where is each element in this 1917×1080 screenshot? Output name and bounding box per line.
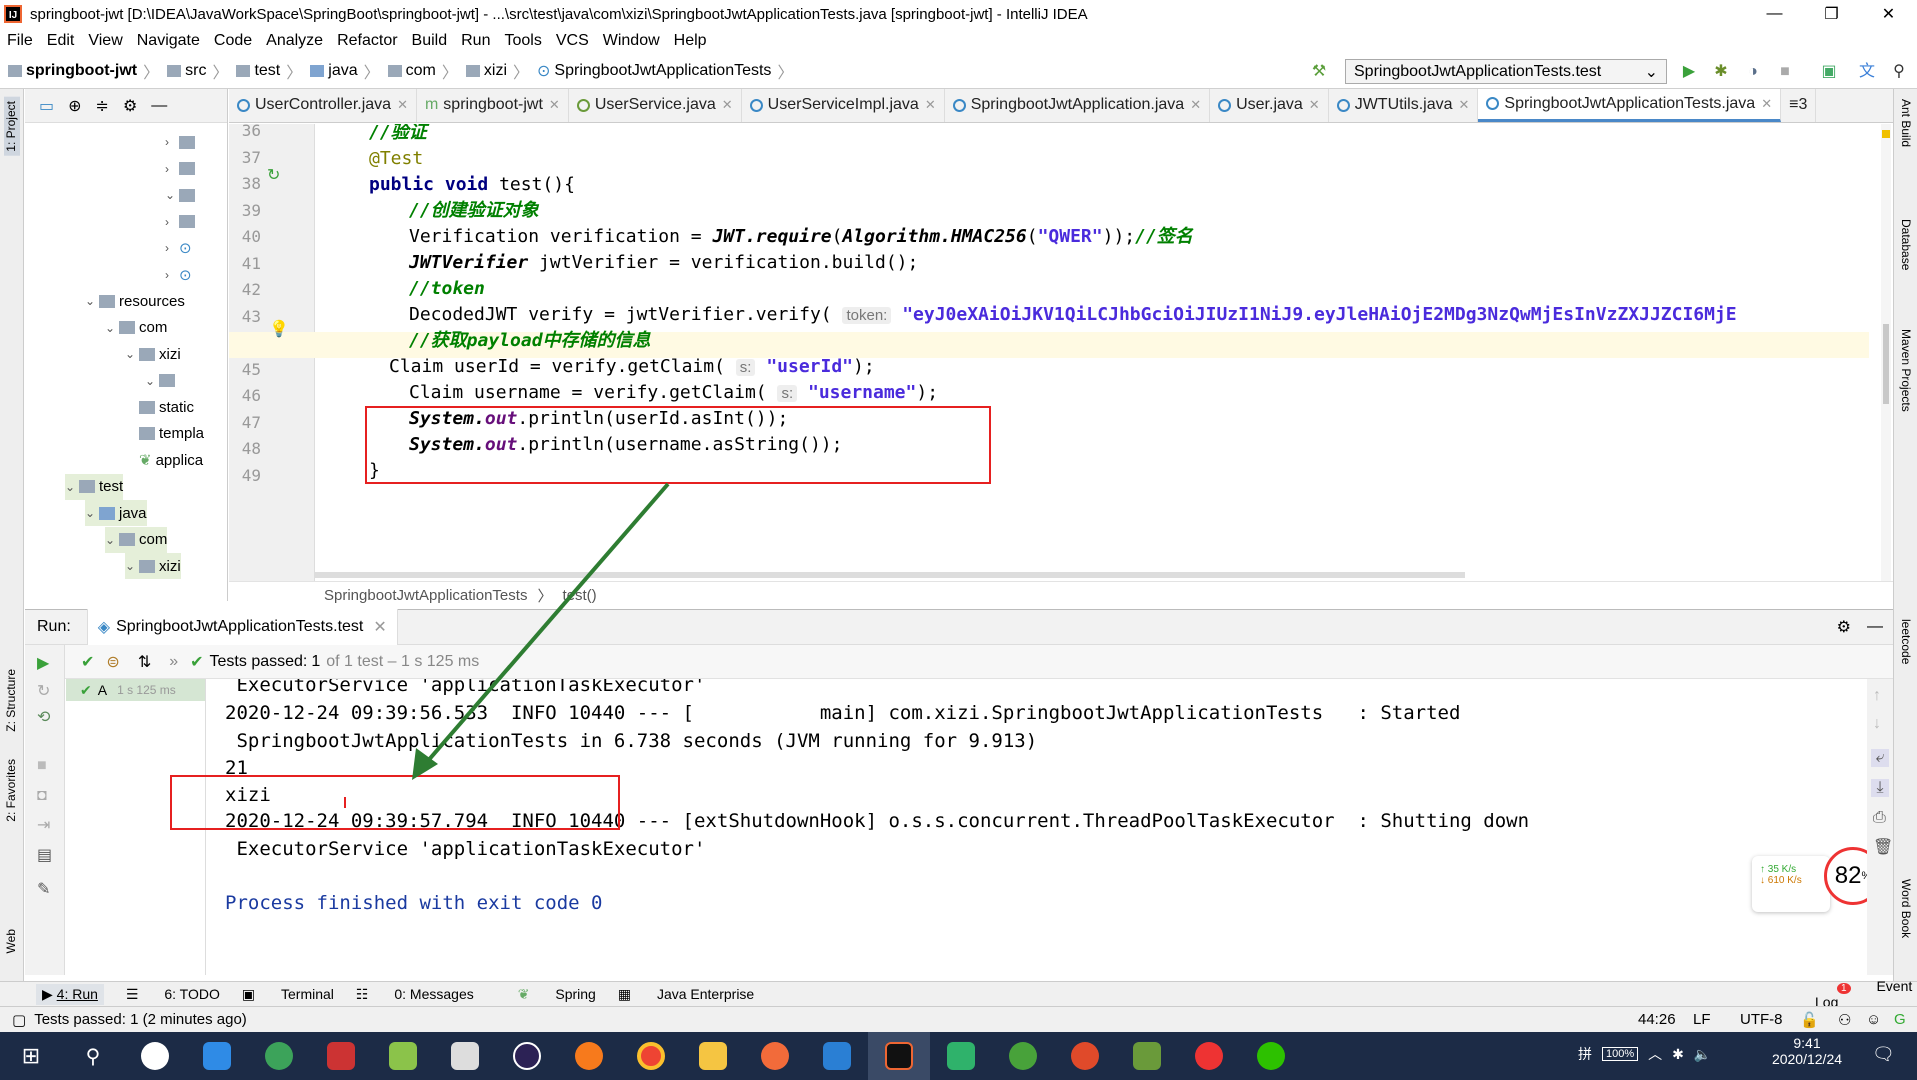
system-tray: 拼 100% ︿ ✱ 🔈	[1578, 1044, 1711, 1064]
bluetooth-icon[interactable]: ✱	[1672, 1046, 1684, 1063]
app-icon-7[interactable]	[1054, 1032, 1116, 1080]
lock-icon[interactable]: 🔓	[1800, 1011, 1819, 1029]
app-icon-1[interactable]	[124, 1032, 186, 1080]
status-message: Tests passed: 1 (2 minutes ago)	[34, 1011, 247, 1028]
line-separator[interactable]: LF	[1693, 1011, 1711, 1028]
app-icon-6[interactable]	[992, 1032, 1054, 1080]
tab-java-enterprise[interactable]: ▦ Java Enterprise	[618, 986, 754, 1003]
chrome-icon[interactable]	[620, 1032, 682, 1080]
app-icon-4[interactable]	[310, 1032, 372, 1080]
chevron-up-icon[interactable]: ︿	[1648, 1044, 1662, 1064]
app-icon-5[interactable]	[372, 1032, 434, 1080]
search-icon[interactable]: ⚲	[62, 1032, 124, 1080]
inspector-icon[interactable]: ☺	[1866, 1011, 1881, 1028]
tab-messages[interactable]: ☷ 0: Messages	[356, 986, 474, 1003]
intellij-taskbar-icon[interactable]	[868, 1032, 930, 1080]
vscode-icon[interactable]	[806, 1032, 868, 1080]
netease-music-icon[interactable]	[1178, 1032, 1240, 1080]
notification-icon[interactable]: 🗨	[1872, 1044, 1895, 1065]
tab-terminal[interactable]: ▣ Terminal	[242, 986, 334, 1003]
tool-window-bar: ▶ 4: Run ☰ 6: TODO ▣ Terminal ☷ 0: Messa…	[0, 978, 1917, 1010]
battery-icon[interactable]: 100%	[1602, 1047, 1639, 1061]
app-icon-2[interactable]	[186, 1032, 248, 1080]
start-icon[interactable]: ⊞	[0, 1032, 62, 1080]
file-encoding[interactable]: UTF-8	[1740, 1011, 1783, 1028]
clock[interactable]: 9:41 2020/12/24	[1762, 1035, 1852, 1067]
status-bar: ▢ Tests passed: 1 (2 minutes ago) 44:26 …	[0, 1006, 1917, 1032]
explorer-icon[interactable]	[682, 1032, 744, 1080]
app-icon-3[interactable]	[248, 1032, 310, 1080]
status-square-icon[interactable]: ▢	[12, 1011, 26, 1029]
windows-taskbar: ⊞ ⚲ 拼 100% ︿ ✱ 🔈 9:41 2020/12/24 🗨	[0, 1032, 1917, 1080]
tab-todo[interactable]: ☰ 6: TODO	[126, 986, 220, 1003]
pycharm-icon[interactable]	[930, 1032, 992, 1080]
caret-position[interactable]: 44:26	[1638, 1011, 1676, 1028]
annotation-arrow	[412, 482, 670, 780]
update-icon[interactable]: G	[1894, 1011, 1906, 1028]
git-icon[interactable]: ⚇	[1838, 1011, 1851, 1029]
app-icon-8[interactable]	[1116, 1032, 1178, 1080]
firefox-icon[interactable]	[558, 1032, 620, 1080]
typora-icon[interactable]	[434, 1032, 496, 1080]
ime-icon[interactable]: 拼	[1578, 1044, 1592, 1064]
volume-icon[interactable]: 🔈	[1694, 1046, 1711, 1063]
wechat-icon[interactable]	[1240, 1032, 1302, 1080]
tab-run[interactable]: ▶ 4: Run	[36, 983, 104, 1005]
tab-spring[interactable]: ❦ Spring	[496, 986, 596, 1003]
postman-icon[interactable]	[744, 1032, 806, 1080]
eclipse-icon[interactable]	[496, 1032, 558, 1080]
